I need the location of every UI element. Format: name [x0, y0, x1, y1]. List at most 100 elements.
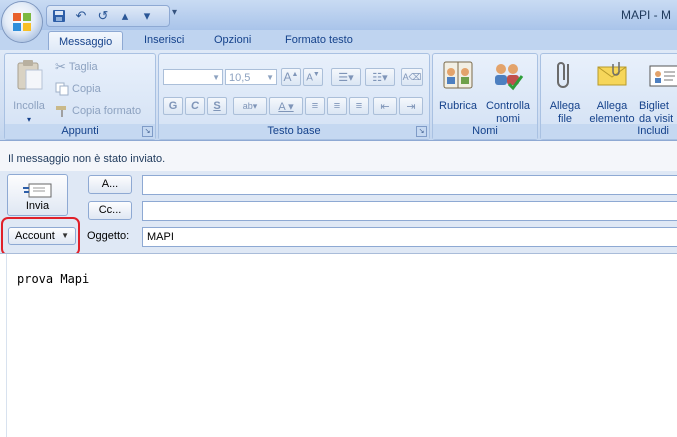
numbering-button[interactable]: ☷▾ [365, 68, 395, 86]
ribbon: Incolla ▾ ✂ Taglia Copia Copia formato A… [0, 50, 677, 141]
address-book-label: Rubrica [439, 100, 477, 112]
align-left-button[interactable]: ≡ [305, 97, 325, 115]
tab-formato-testo[interactable]: Formato testo [275, 30, 363, 50]
group-nomi-label: Nomi [433, 124, 537, 139]
group-includi-label: Includi [541, 124, 677, 139]
send-envelope-icon [22, 183, 51, 198]
check-names-button[interactable]: Controlla nomi [481, 58, 535, 126]
grow-font-icon: A▲ [283, 70, 299, 84]
save-icon[interactable] [51, 8, 67, 24]
customize-qat-icon[interactable]: ▾ [172, 7, 177, 18]
info-message: Il messaggio non è stato inviato. [8, 153, 166, 165]
paperclip-icon [557, 62, 569, 88]
copy-label: Copia [72, 83, 101, 95]
attach-item-button[interactable]: Allega elemento [587, 58, 637, 126]
group-nomi: Rubrica Controlla nomi Nomi [432, 53, 538, 140]
attach-file-label-1: Allega [549, 100, 581, 112]
envelope-icon [597, 62, 627, 86]
quick-access-toolbar: ↶ ↺ ▴ ▾ [46, 5, 170, 27]
format-painter-button[interactable]: Copia formato [55, 102, 141, 120]
format-painter-label: Copia formato [72, 105, 142, 117]
clear-format-icon: A⌫ [402, 71, 422, 82]
business-card-label-1: Bigliet [639, 100, 669, 112]
message-body[interactable]: prova Mapi [0, 253, 677, 437]
account-highlight-annotation [1, 217, 80, 256]
decrease-indent-button[interactable]: ⇤ [373, 97, 397, 115]
shrink-font-button[interactable]: A▼ [303, 68, 323, 86]
subject-label: Oggetto: [87, 230, 130, 242]
subject-field[interactable]: MAPI [142, 227, 677, 247]
office-logo-icon [13, 13, 31, 31]
paste-label: Incolla [13, 100, 45, 112]
font-name-combo[interactable]: ▼ [163, 69, 223, 85]
highlight-icon: ab▾ [242, 100, 258, 111]
body-text: prova Mapi [17, 272, 90, 286]
tab-messaggio[interactable]: Messaggio [48, 31, 124, 52]
scissors-icon: ✂ [55, 59, 66, 74]
format-painter-icon [56, 106, 66, 117]
cut-button[interactable]: ✂ Taglia [55, 58, 98, 76]
paste-button[interactable]: Incolla ▾ [9, 58, 49, 126]
body-margin-line [6, 254, 7, 437]
undo-icon[interactable]: ↶ [73, 8, 89, 24]
attach-item-label-1: Allega [596, 100, 628, 112]
to-field[interactable] [142, 175, 677, 195]
cc-button[interactable]: Cc... [88, 201, 132, 220]
send-label: Invia [25, 200, 50, 212]
font-color-icon: A ▾ [278, 100, 294, 113]
cut-label: Taglia [68, 61, 98, 73]
copy-button[interactable]: Copia [55, 80, 101, 98]
increase-indent-button[interactable]: ⇥ [399, 97, 423, 115]
grow-font-button[interactable]: A▲ [281, 68, 301, 86]
bullets-button[interactable]: ☰▾ [331, 68, 361, 86]
testo-base-launcher-icon[interactable]: ↘ [416, 126, 427, 137]
address-book-button[interactable]: Rubrica [435, 58, 481, 113]
font-size-combo[interactable]: 10,5 ▼ [225, 69, 277, 85]
copy-icon [55, 82, 69, 96]
clipboard-icon [17, 60, 43, 90]
italic-button[interactable]: C [185, 97, 205, 115]
cc-field[interactable] [142, 201, 677, 221]
decrease-indent-icon: ⇤ [380, 100, 390, 113]
highlight-button[interactable]: ab▾ [233, 97, 267, 115]
clear-format-button[interactable]: A⌫ [401, 68, 423, 86]
shrink-font-icon: A▼ [306, 70, 320, 84]
font-color-button[interactable]: A ▾ [269, 97, 303, 115]
appunti-launcher-icon[interactable]: ↘ [142, 126, 153, 137]
down-arrow-icon[interactable]: ▾ [139, 8, 155, 24]
bullet-list-icon: ☰▾ [338, 71, 354, 84]
tab-inserisci[interactable]: Inserisci [134, 30, 194, 50]
group-appunti: Incolla ▾ ✂ Taglia Copia Copia formato A… [4, 53, 156, 140]
message-header: Invia A... Cc... Account ▼ Oggetto: MAPI [0, 171, 677, 256]
send-button[interactable]: Invia [7, 174, 68, 216]
align-center-button[interactable]: ≡ [327, 97, 347, 115]
address-book-icon [443, 61, 473, 89]
group-testo-base: ▼ 10,5 ▼ A▲ A▼ ☰▾ ☷▾ A⌫ G C S ab▾ A ▾ ≡ ≡… [158, 53, 430, 140]
tab-opzioni[interactable]: Opzioni [204, 30, 261, 50]
business-card-icon [649, 65, 677, 87]
to-button[interactable]: A... [88, 175, 132, 194]
underline-button[interactable]: S [207, 97, 227, 115]
window-title: MAPI - M [621, 8, 671, 22]
redo-icon[interactable]: ↺ [95, 8, 111, 24]
office-button[interactable] [2, 2, 42, 42]
title-bar: ↶ ↺ ▴ ▾ ▾ MAPI - M [0, 0, 677, 30]
increase-indent-icon: ⇥ [406, 100, 416, 113]
align-left-icon: ≡ [311, 100, 319, 112]
info-bar: Il messaggio non è stato inviato. [0, 141, 677, 171]
numbered-list-icon: ☷▾ [372, 71, 388, 84]
bold-button[interactable]: G [163, 97, 183, 115]
attach-file-button[interactable]: Allega file [543, 58, 587, 126]
group-testo-base-label: Testo base [159, 124, 429, 139]
up-arrow-icon[interactable]: ▴ [117, 8, 133, 24]
check-names-icon [495, 64, 524, 91]
align-right-button[interactable]: ≡ [349, 97, 369, 115]
align-center-icon: ≡ [333, 100, 341, 112]
business-card-button[interactable]: Bigliet da visit [639, 58, 677, 126]
group-includi: Allega file Allega elemento Bigliet da v… [540, 53, 677, 140]
group-appunti-label: Appunti [5, 124, 155, 139]
align-right-icon: ≡ [355, 100, 363, 112]
ribbon-tabs: Messaggio Inserisci Opzioni Formato test… [0, 30, 677, 52]
font-size-value: 10,5 [229, 72, 251, 84]
check-names-label-1: Controlla [485, 100, 531, 112]
